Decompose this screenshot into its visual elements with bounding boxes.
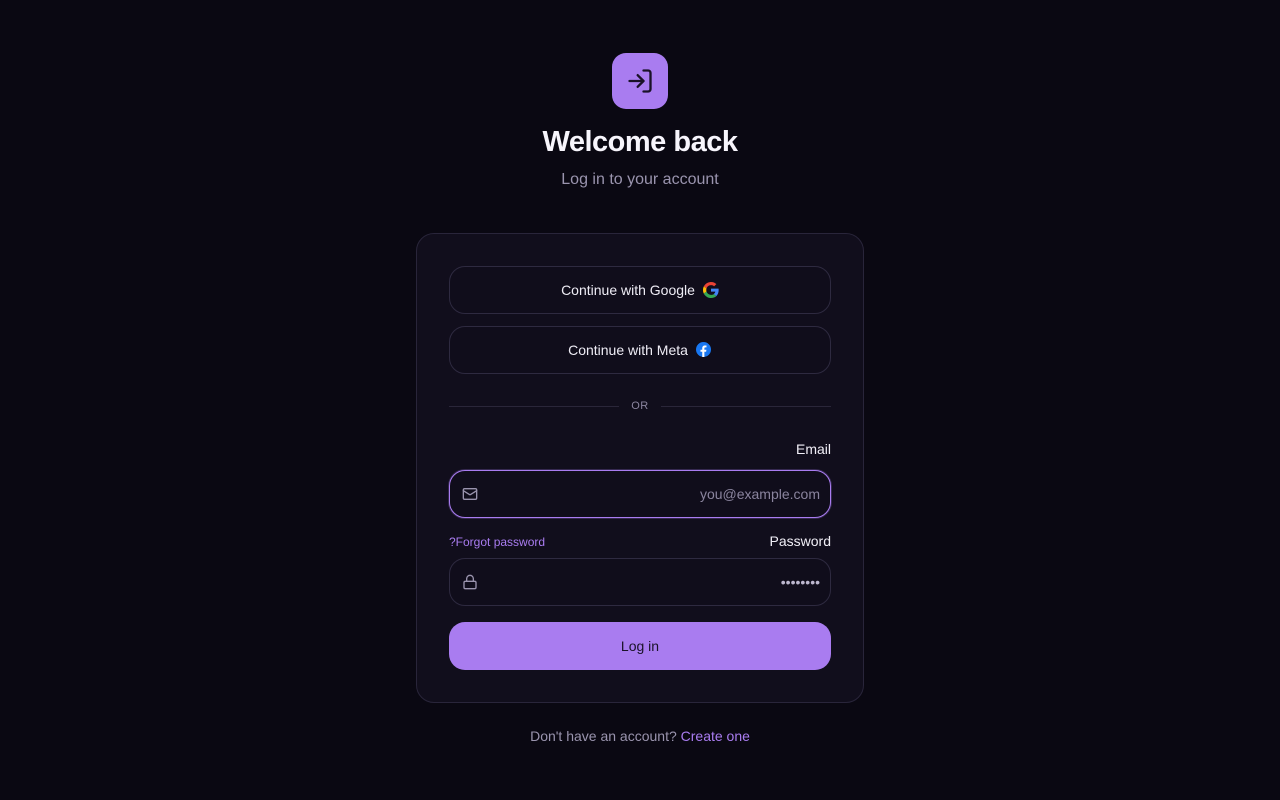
lock-icon <box>462 574 478 590</box>
password-field[interactable] <box>449 558 831 606</box>
google-icon <box>702 282 719 298</box>
or-divider: OR <box>449 398 831 414</box>
password-input[interactable] <box>490 559 820 605</box>
page-subtitle: Log in to your account <box>561 171 719 188</box>
continue-with-meta-button[interactable]: Continue with Meta <box>449 326 831 374</box>
login-page: Welcome back Log in to your account Cont… <box>0 0 1280 800</box>
google-button-label: Continue with Google <box>561 282 695 298</box>
page-title: Welcome back <box>542 126 738 158</box>
password-label: Password <box>769 533 831 549</box>
create-account-link[interactable]: Create one <box>681 728 750 744</box>
divider-line-left <box>449 405 620 407</box>
login-card: Continue with Google Continue with Meta <box>416 233 864 703</box>
signup-prompt: Don't have an account? Create one <box>0 728 1280 744</box>
mail-icon <box>462 486 478 502</box>
email-field[interactable] <box>449 470 831 518</box>
signup-prompt-text: Don't have an account? <box>530 728 677 744</box>
email-label: Email <box>795 441 831 457</box>
login-button[interactable]: Log in <box>449 622 831 670</box>
continue-with-google-button[interactable]: Continue with Google <box>449 266 831 314</box>
meta-button-label: Continue with Meta <box>568 342 688 358</box>
forgot-password-link[interactable]: ?Forgot password <box>449 535 545 549</box>
login-icon <box>612 53 668 109</box>
email-input[interactable] <box>490 471 820 517</box>
facebook-icon <box>695 342 712 358</box>
divider-line-right <box>660 405 831 407</box>
divider-text: OR <box>631 400 649 412</box>
